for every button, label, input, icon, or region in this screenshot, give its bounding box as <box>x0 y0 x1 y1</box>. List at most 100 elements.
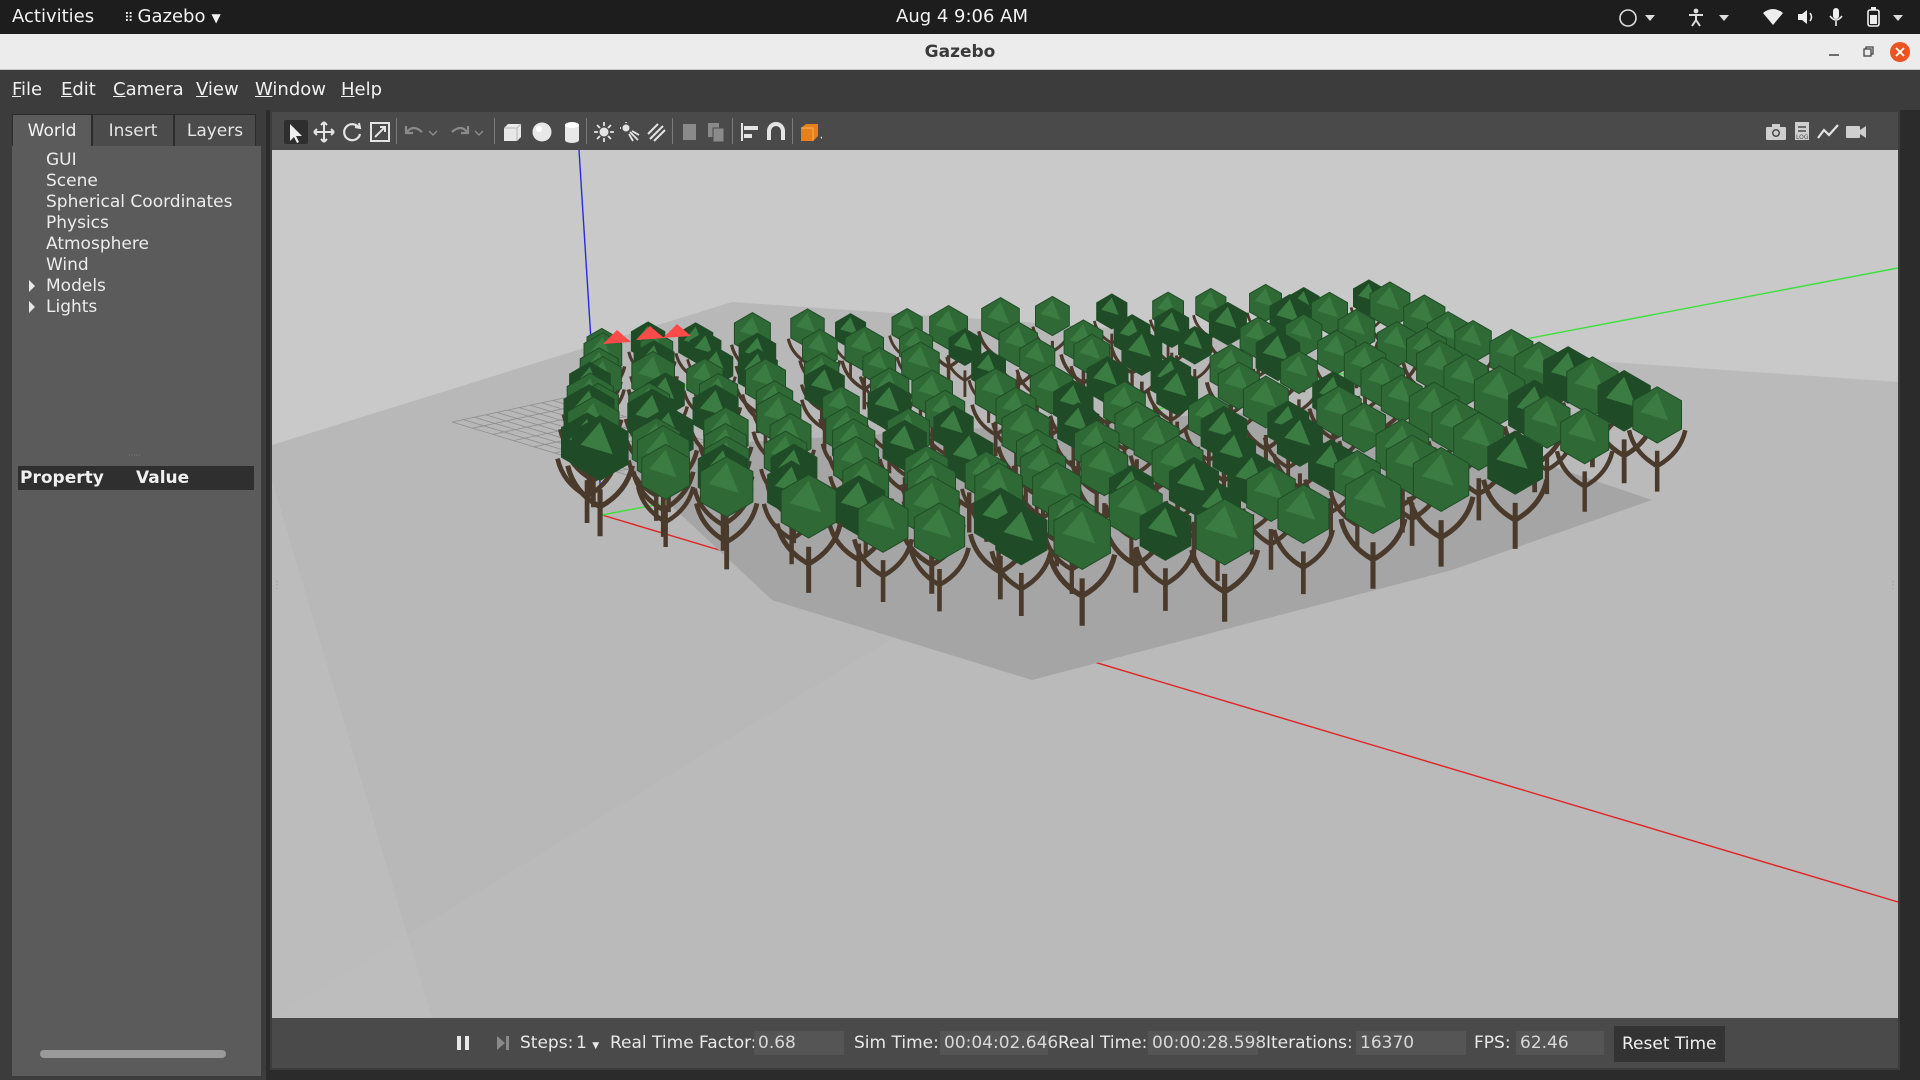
menu-window-label: indow <box>272 79 326 100</box>
directional-light-button[interactable] <box>644 120 668 144</box>
screenshot-button[interactable] <box>1764 120 1788 144</box>
wifi-icon[interactable] <box>1762 8 1784 26</box>
point-light-button[interactable] <box>592 120 616 144</box>
copy-button[interactable] <box>678 120 702 144</box>
undo-button[interactable] <box>402 120 426 144</box>
chevron-down-icon[interactable] <box>1644 13 1656 23</box>
view-angle-icon <box>801 124 828 141</box>
simulation-status-bar: Steps: 1 ▼ Real Time Factor: 0.68 Sim Ti… <box>272 1018 1898 1068</box>
tree-item-wind[interactable]: Wind <box>46 255 89 276</box>
tab-layers[interactable]: Layers <box>174 114 256 146</box>
translate-icon <box>313 121 335 143</box>
paste-button[interactable] <box>704 120 728 144</box>
tree-item-scene[interactable]: Scene <box>46 171 98 192</box>
render-toolbar: LOG <box>272 112 1898 150</box>
iterations-label: Iterations: <box>1266 1033 1353 1053</box>
select-mode-button[interactable] <box>284 120 308 144</box>
tab-insert[interactable]: Insert <box>92 114 174 146</box>
point-light-icon <box>594 122 614 142</box>
activities-button[interactable]: Activities <box>12 0 94 34</box>
insert-cylinder-button[interactable] <box>560 120 584 144</box>
tree-item-models[interactable]: Models <box>46 276 106 297</box>
chevron-down-icon[interactable] <box>1718 13 1730 23</box>
redo-button[interactable] <box>448 120 472 144</box>
chevron-down-icon[interactable] <box>1892 13 1904 23</box>
screenshot-icon <box>1766 124 1786 140</box>
microphone-icon[interactable] <box>1828 7 1844 27</box>
align-icon <box>741 123 758 141</box>
real-time-factor-label: Real Time Factor: <box>610 1033 757 1053</box>
chevron-down-icon <box>474 130 484 137</box>
world-tree: GUI Scene Spherical Coordinates Physics … <box>12 146 261 456</box>
menu-window[interactable]: Window <box>255 70 326 110</box>
panel-splitter-handle[interactable]: ····· <box>128 451 146 460</box>
select-icon <box>290 124 302 143</box>
menu-help[interactable]: Help <box>341 70 382 110</box>
toolbar-separator <box>672 118 673 144</box>
scale-mode-button[interactable] <box>368 120 392 144</box>
left-edge-handle[interactable]: ⋮ <box>272 580 282 591</box>
volume-icon[interactable] <box>1796 8 1818 26</box>
circle-status-icon[interactable] <box>1618 8 1638 28</box>
log-icon: LOG <box>1795 122 1809 141</box>
menu-edit[interactable]: Edit <box>61 70 96 110</box>
tree-item-atmosphere[interactable]: Atmosphere <box>46 234 149 255</box>
steps-value[interactable]: 1 ▼ <box>576 1018 599 1068</box>
step-button[interactable] <box>494 1034 512 1052</box>
restore-icon[interactable] <box>1858 42 1878 62</box>
battery-icon[interactable] <box>1862 7 1884 27</box>
menu-camera-label: amera <box>125 79 184 100</box>
video-icon <box>1846 126 1866 138</box>
video-record-button[interactable] <box>1844 120 1868 144</box>
redo-history-button[interactable] <box>472 120 486 144</box>
system-top-bar: Activities ⠿ Gazebo ▼ Aug 4 9:06 AM <box>0 0 1920 34</box>
horizontal-scrollbar[interactable] <box>40 1050 226 1058</box>
rotate-mode-button[interactable] <box>340 120 364 144</box>
clock[interactable]: Aug 4 9:06 AM <box>896 0 1028 34</box>
menu-camera-mnemonic: C <box>113 79 126 100</box>
expand-arrow-icon[interactable] <box>29 301 35 313</box>
steps-label: Steps: <box>520 1033 574 1053</box>
menu-view[interactable]: View <box>196 70 239 110</box>
align-button[interactable] <box>738 120 762 144</box>
undo-history-button[interactable] <box>426 120 440 144</box>
copy-icon <box>683 124 696 140</box>
value-column-header: Value <box>136 468 190 488</box>
tree-item-gui[interactable]: GUI <box>46 150 77 171</box>
reset-time-button[interactable]: Reset Time <box>1614 1026 1725 1062</box>
menu-camera[interactable]: Camera <box>113 70 184 110</box>
iterations-field: 16370 <box>1356 1031 1466 1055</box>
app-menu[interactable]: ⠿ Gazebo ▼ <box>124 0 221 34</box>
menu-file[interactable]: File <box>12 70 42 110</box>
app-dots-icon: ⠿ <box>124 11 134 26</box>
view-angle-button[interactable] <box>798 120 828 144</box>
pause-button[interactable] <box>454 1034 472 1052</box>
insert-sphere-button[interactable] <box>530 120 554 144</box>
expand-arrow-icon[interactable] <box>29 280 35 292</box>
snap-button[interactable] <box>764 120 788 144</box>
accessibility-icon[interactable] <box>1686 7 1706 27</box>
app-menu-label: Gazebo <box>137 6 206 27</box>
tree-item-lights[interactable]: Lights <box>46 297 97 318</box>
directional-light-icon <box>647 123 666 142</box>
menu-file-mnemonic: F <box>12 79 22 100</box>
sphere-icon <box>532 122 552 142</box>
menu-edit-mnemonic: E <box>61 79 73 100</box>
tree-item-physics[interactable]: Physics <box>46 213 109 234</box>
right-edge-handle[interactable]: ⋮ <box>1888 580 1898 591</box>
tree-item-spherical-coordinates[interactable]: Spherical Coordinates <box>46 192 232 213</box>
spot-light-button[interactable] <box>618 120 642 144</box>
chevron-down-icon: ▼ <box>592 1041 600 1051</box>
3d-viewport[interactable]: ⋮ ⋮ <box>272 150 1898 1018</box>
insert-box-button[interactable] <box>500 120 524 144</box>
minimize-icon[interactable] <box>1824 42 1844 62</box>
plot-button[interactable] <box>1816 120 1840 144</box>
log-button[interactable]: LOG <box>1790 120 1814 144</box>
close-icon[interactable] <box>1890 42 1910 62</box>
translate-mode-button[interactable] <box>312 120 336 144</box>
scene-render[interactable] <box>272 150 1898 1018</box>
fps-label: FPS: <box>1474 1033 1511 1053</box>
window-title-bar[interactable]: Gazebo <box>0 34 1920 70</box>
tab-world[interactable]: World <box>12 114 92 146</box>
menu-window-mnemonic: W <box>255 79 273 100</box>
